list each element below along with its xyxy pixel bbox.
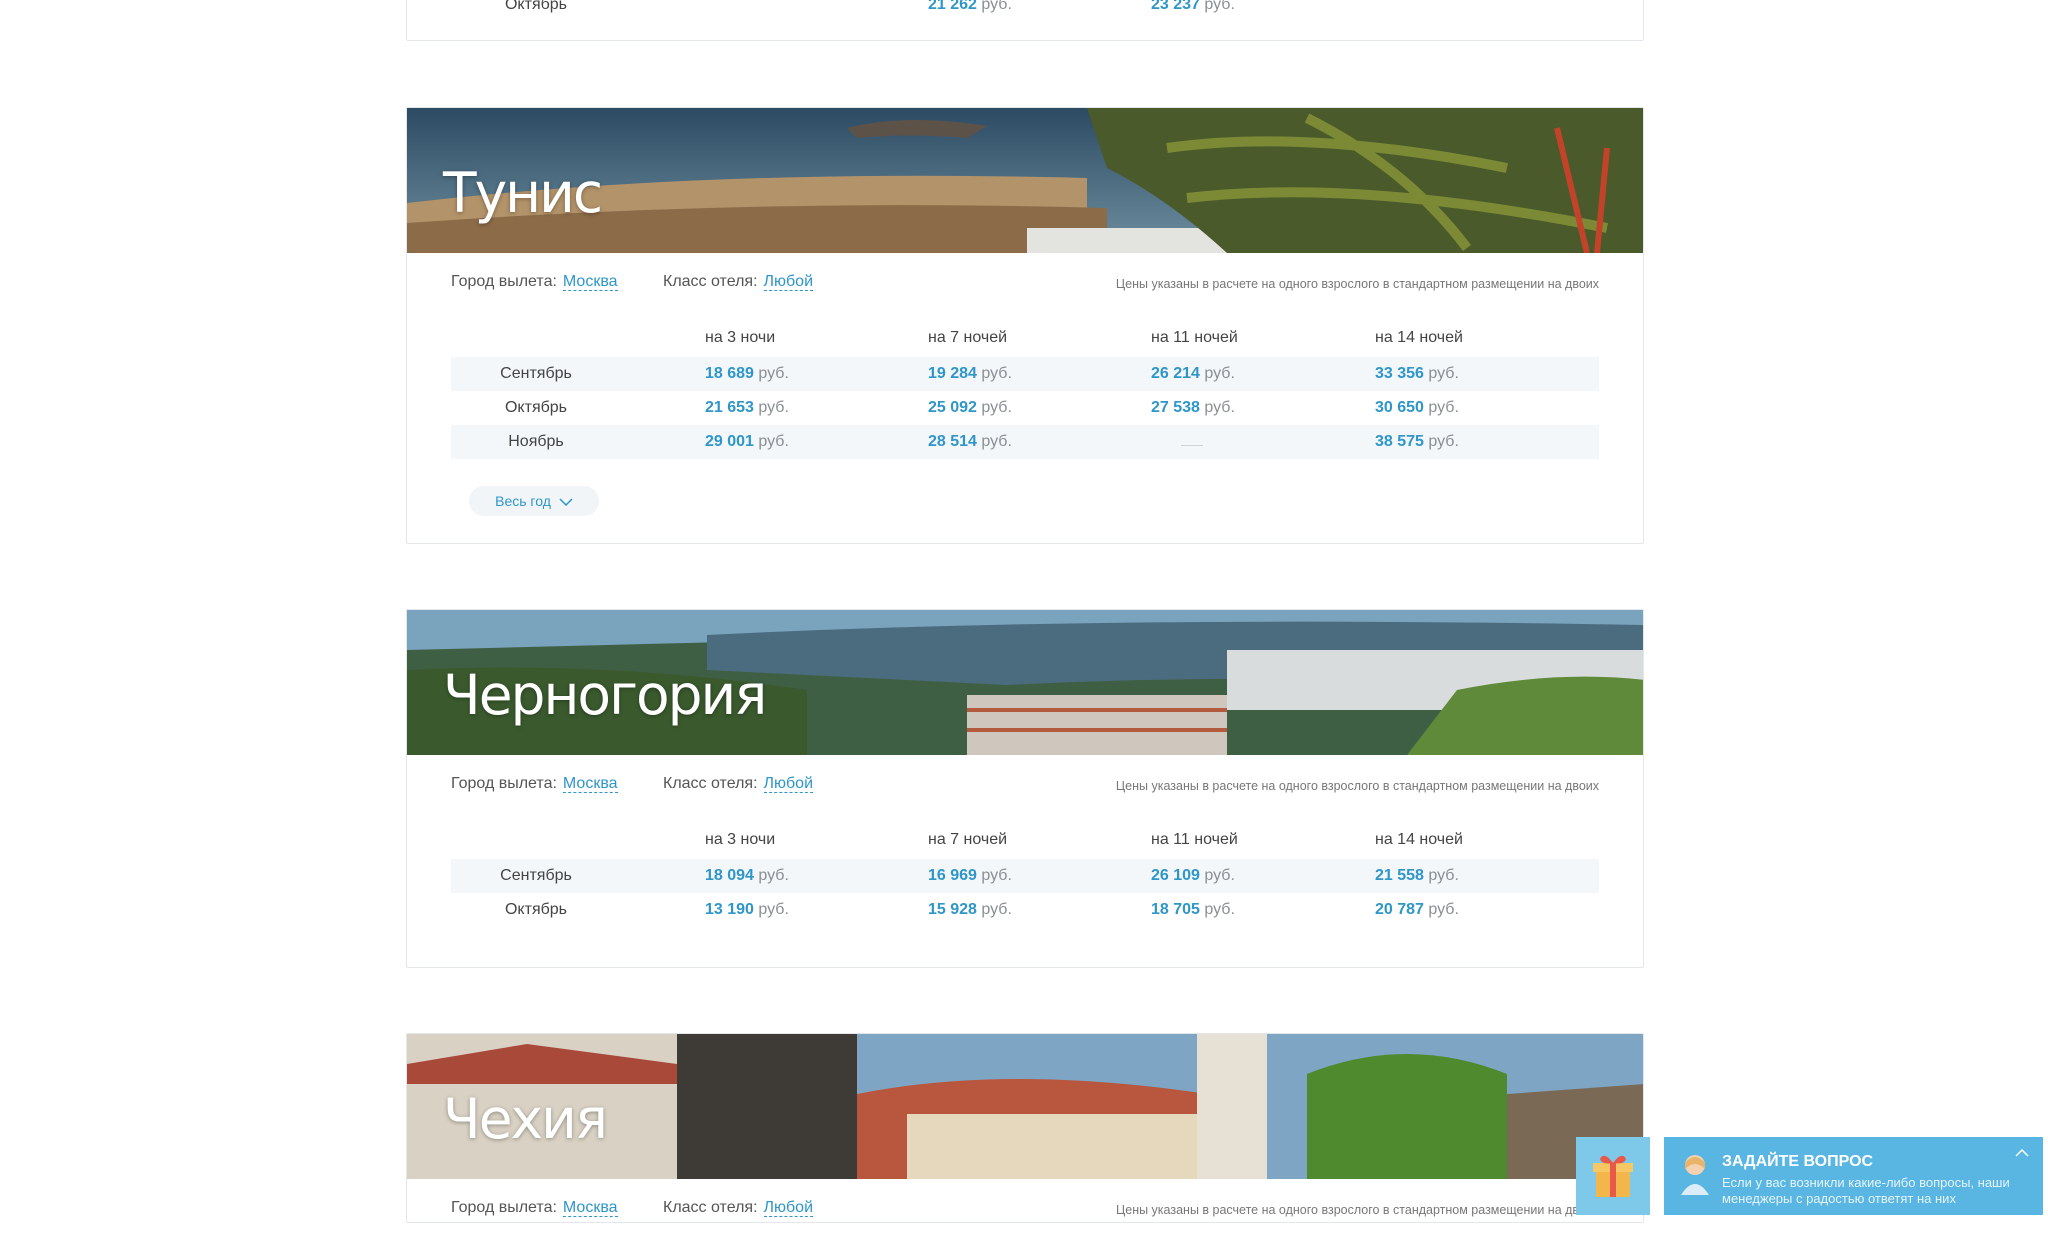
price-cell[interactable]: 18 689 руб. xyxy=(705,365,789,383)
column-header: на 3 ночи xyxy=(705,831,776,848)
chevron-up-icon[interactable] xyxy=(2015,1149,2029,1157)
price-cell[interactable]: 26 214 руб. xyxy=(1151,365,1235,383)
country-banner: Тунис xyxy=(407,108,1643,253)
table-row: Октябрь 13 190 руб. 15 928 руб. 18 705 р… xyxy=(451,893,1599,927)
country-title: Черногория xyxy=(443,663,767,727)
price-cell[interactable]: 13 190 руб. xyxy=(705,901,789,919)
country-title: Тунис xyxy=(443,161,603,225)
chat-text: Если у вас возникли какие-либо вопросы, … xyxy=(1722,1175,2010,1206)
chevron-down-icon xyxy=(559,498,573,507)
table-row: Октябрь 21 262 руб. 23 237 руб. xyxy=(451,0,1599,22)
country-card-montenegro: Черногория Город вылета: Москва Класс оте… xyxy=(406,609,1644,968)
month-label: Сентябрь xyxy=(500,365,572,382)
empty-price-cell xyxy=(1151,433,1203,451)
price-cell: 21 262 руб. xyxy=(928,0,1012,13)
price-cell[interactable]: 21 558 руб. xyxy=(1375,867,1459,885)
gift-button[interactable] xyxy=(1576,1137,1650,1215)
price-cell[interactable]: 20 787 руб. xyxy=(1375,901,1459,919)
month-label: Сентябрь xyxy=(500,867,572,884)
hotel-class-link[interactable]: Любой xyxy=(763,273,814,291)
prev-country-card: Октябрь 21 262 руб. 23 237 руб. xyxy=(406,0,1644,41)
price-cell[interactable]: 33 356 руб. xyxy=(1375,365,1459,383)
price-table: на 3 ночи на 7 ночей на 11 ночей на 14 н… xyxy=(451,317,1599,459)
month-label: Октябрь xyxy=(504,399,567,416)
hotel-class-filter: Класс отеля: Любой xyxy=(663,273,814,291)
price-cell[interactable]: 16 969 руб. xyxy=(928,867,1012,885)
country-title: Чехия xyxy=(443,1087,608,1151)
column-header: на 11 ночей xyxy=(1151,831,1238,848)
country-card-tunisia: Тунис Город вылета: Москва Класс отеля: Лю… xyxy=(406,107,1644,544)
filters-bar: Город вылета: Москва Класс отеля: Любой Це… xyxy=(407,253,1643,317)
departure-city-link[interactable]: Москва xyxy=(562,1199,618,1217)
departure-filter: Город вылета: Москва xyxy=(451,775,618,793)
filters-bar: Город вылета: Москва Класс отеля: Любой Це… xyxy=(407,755,1643,819)
price-cell[interactable]: 18 705 руб. xyxy=(1151,901,1235,919)
price-cell[interactable]: 30 650 руб. xyxy=(1375,399,1459,417)
departure-city-link[interactable]: Москва xyxy=(562,273,618,291)
column-header: на 11 ночей xyxy=(1151,329,1238,346)
column-header: на 14 ночей xyxy=(1375,831,1463,848)
table-header: на 3 ночи на 7 ночей на 11 ночей на 14 н… xyxy=(451,317,1599,357)
column-header: на 3 ночи xyxy=(705,329,776,346)
price-cell[interactable]: 38 575 руб. xyxy=(1375,433,1459,451)
price-cell[interactable]: 19 284 руб. xyxy=(928,365,1012,383)
ask-question-widget[interactable]: ЗАДАЙТЕ ВОПРОС Если у вас возникли какие… xyxy=(1664,1137,2043,1215)
hotel-class-link[interactable]: Любой xyxy=(763,775,814,793)
price-cell[interactable]: 15 928 руб. xyxy=(928,901,1012,919)
column-header: на 7 ночей xyxy=(928,329,1008,346)
column-header: на 14 ночей xyxy=(1375,329,1463,346)
departure-filter: Город вылета: Москва xyxy=(451,1199,618,1217)
table-row: Сентябрь 18 094 руб. 16 969 руб. 26 109 … xyxy=(451,859,1599,893)
month-label: Октябрь xyxy=(504,0,567,13)
country-card-czech: Чехия Город вылета: Москва Класс отеля: Лю… xyxy=(406,1033,1644,1223)
price-cell[interactable]: 26 109 руб. xyxy=(1151,867,1235,885)
country-banner: Чехия xyxy=(407,1034,1643,1179)
price-note: Цены указаны в расчете на одного взросло… xyxy=(1115,779,1599,793)
country-banner: Черногория xyxy=(407,610,1643,755)
hotel-class-filter: Класс отеля: Любой xyxy=(663,1199,814,1217)
price-cell[interactable]: 18 094 руб. xyxy=(705,867,789,885)
price-cell: 23 237 руб. xyxy=(1151,0,1235,13)
gift-icon xyxy=(1593,1155,1633,1197)
table-header: на 3 ночи на 7 ночей на 11 ночей на 14 н… xyxy=(451,819,1599,859)
month-label: Ноябрь xyxy=(508,433,564,450)
table-row: Ноябрь 29 001 руб. 28 514 руб. 38 575 ру… xyxy=(451,425,1599,459)
price-cell[interactable]: 21 653 руб. xyxy=(705,399,789,417)
departure-city-link[interactable]: Москва xyxy=(562,775,618,793)
chat-title: ЗАДАЙТЕ ВОПРОС xyxy=(1722,1153,1874,1170)
price-table: на 3 ночи на 7 ночей на 11 ночей на 14 н… xyxy=(451,819,1599,927)
departure-filter: Город вылета: Москва xyxy=(451,273,618,291)
whole-year-button[interactable]: Весь год xyxy=(469,486,599,516)
price-note: Цены указаны в расчете на одного взросло… xyxy=(1115,277,1599,291)
hotel-class-filter: Класс отеля: Любой xyxy=(663,775,814,793)
month-label: Октябрь xyxy=(504,901,567,918)
table-row: Сентябрь 18 689 руб. 19 284 руб. 26 214 … xyxy=(451,357,1599,391)
hotel-class-link[interactable]: Любой xyxy=(763,1199,814,1217)
table-row: Октябрь 21 653 руб. 25 092 руб. 27 538 р… xyxy=(451,391,1599,425)
price-cell[interactable]: 29 001 руб. xyxy=(705,433,789,451)
operator-avatar-icon xyxy=(1681,1155,1709,1195)
price-cell[interactable]: 25 092 руб. xyxy=(928,399,1012,417)
price-cell[interactable]: 28 514 руб. xyxy=(928,433,1012,451)
column-header: на 7 ночей xyxy=(928,831,1008,848)
price-cell[interactable]: 27 538 руб. xyxy=(1151,399,1235,417)
filters-bar: Город вылета: Москва Класс отеля: Любой Це… xyxy=(407,1179,1643,1243)
